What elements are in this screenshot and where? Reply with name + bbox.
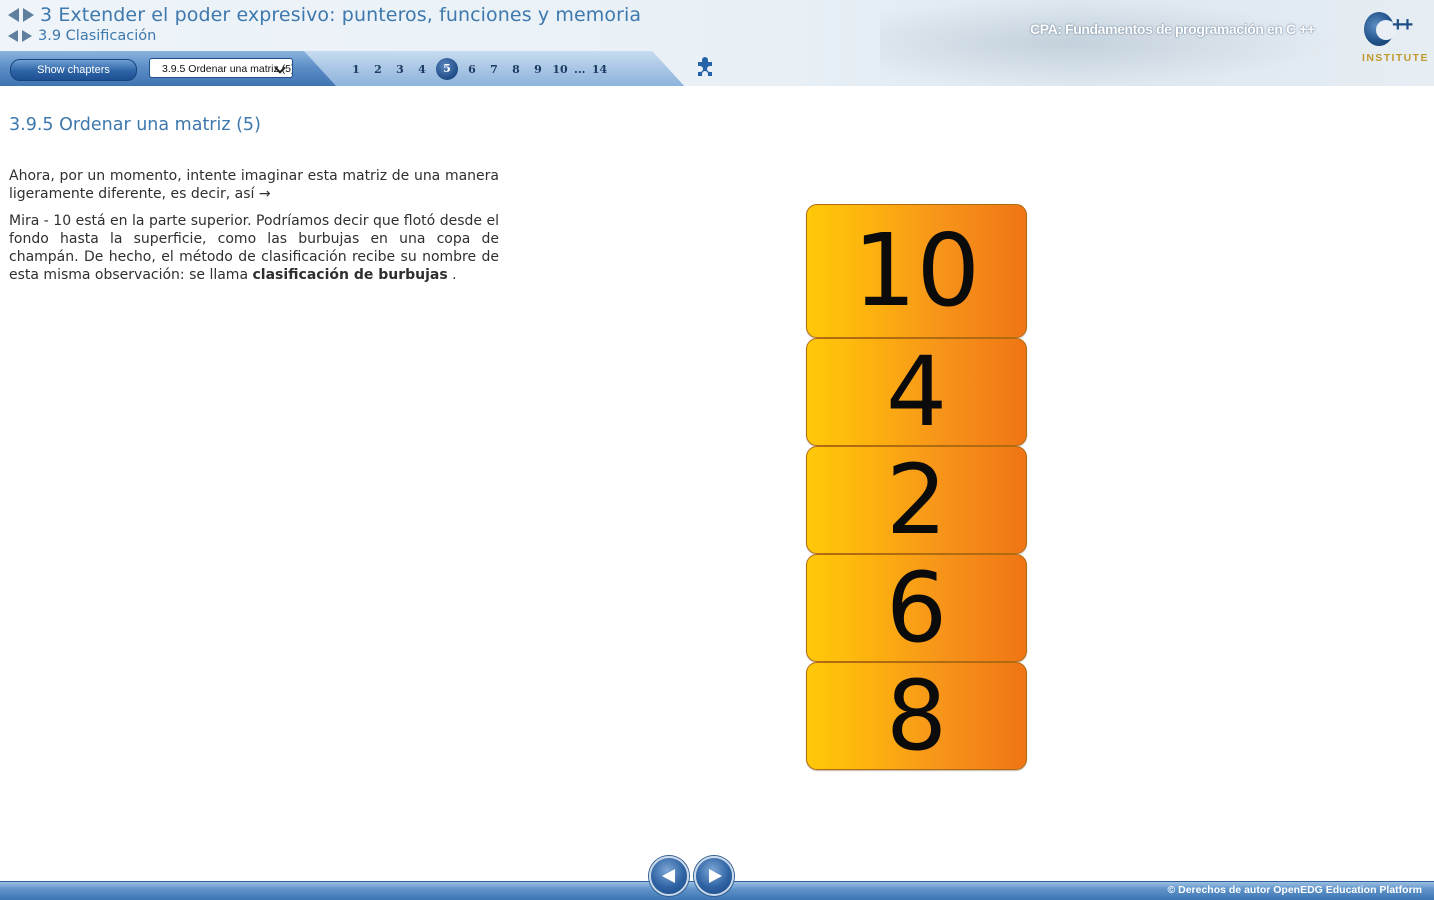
paragraph-bubble: Mira - 10 está en la parte superior. Pod… bbox=[9, 212, 499, 284]
section-title: 3.9 Clasificación bbox=[38, 28, 157, 44]
array-block: 6 bbox=[806, 554, 1027, 662]
page-link-10[interactable]: 10 bbox=[552, 63, 568, 76]
page-link-9[interactable]: 9 bbox=[530, 63, 546, 76]
bubble-sort-term: clasificación de burbujas bbox=[252, 267, 448, 283]
next-arrow-icon bbox=[709, 869, 722, 883]
section-row: 3.9 Clasificación bbox=[8, 28, 156, 44]
page-ellipsis: ... bbox=[574, 62, 586, 76]
page-link-7[interactable]: 7 bbox=[486, 63, 502, 76]
array-block-value: 8 bbox=[885, 660, 948, 772]
cpp-institute-logo: ++ INSTITUTE bbox=[1360, 10, 1429, 68]
chapter-title: 3 Extender el poder expresivo: punteros,… bbox=[40, 4, 642, 26]
array-block: 8 bbox=[806, 662, 1027, 770]
section-select[interactable]: 3.9.5 Ordenar una matriz (5) bbox=[149, 58, 293, 78]
paragraph-bubble-end: . bbox=[447, 267, 457, 283]
next-page-button[interactable] bbox=[694, 856, 734, 896]
array-block-value: 10 bbox=[852, 212, 981, 329]
page-link-1[interactable]: 1 bbox=[348, 63, 364, 76]
array-block-value: 4 bbox=[885, 336, 948, 448]
show-chapters-button[interactable]: Show chapters bbox=[10, 59, 137, 81]
array-block: 10 bbox=[806, 204, 1027, 338]
array-block-value: 6 bbox=[885, 552, 948, 664]
page-link-8[interactable]: 8 bbox=[508, 63, 524, 76]
page-pager: 1 2 3 4 5 6 7 8 9 10... 14 bbox=[348, 58, 614, 80]
chapter-row: 3 Extender el poder expresivo: punteros,… bbox=[8, 4, 641, 26]
array-block-value: 2 bbox=[885, 444, 948, 556]
page-link-2[interactable]: 2 bbox=[370, 63, 386, 76]
page-link-4[interactable]: 4 bbox=[414, 63, 430, 76]
page-link-5[interactable]: 5 bbox=[436, 58, 458, 80]
page-link-6[interactable]: 6 bbox=[464, 63, 480, 76]
page-title: 3.9.5 Ordenar una matriz (5) bbox=[9, 115, 261, 135]
puzzle-icon[interactable] bbox=[694, 57, 716, 79]
array-block: 4 bbox=[806, 338, 1027, 446]
prev-arrow-icon bbox=[662, 869, 675, 883]
section-nav bbox=[8, 30, 32, 42]
chapter-next-icon[interactable] bbox=[23, 8, 34, 22]
chapter-nav bbox=[8, 8, 34, 22]
logo-institute-text: INSTITUTE bbox=[1362, 52, 1429, 64]
paragraph-intro: Ahora, por un momento, intente imaginar … bbox=[9, 168, 499, 202]
chapter-prev-icon[interactable] bbox=[8, 8, 19, 22]
prev-page-button[interactable] bbox=[649, 856, 689, 896]
logo-plus: ++ bbox=[1392, 14, 1413, 36]
copyright-text: © Derechos de autor OpenEDG Education Pl… bbox=[1167, 884, 1422, 896]
page-link-14[interactable]: 14 bbox=[592, 63, 608, 76]
header-background-photo bbox=[880, 0, 1340, 86]
course-title: CPA: Fundamentos de programación en C ++ bbox=[1030, 21, 1315, 37]
section-prev-icon[interactable] bbox=[8, 30, 18, 42]
section-next-icon[interactable] bbox=[22, 30, 32, 42]
page-link-3[interactable]: 3 bbox=[392, 63, 408, 76]
array-block: 2 bbox=[806, 446, 1027, 554]
section-select-value: 3.9.5 Ordenar una matriz (5) bbox=[162, 63, 293, 75]
